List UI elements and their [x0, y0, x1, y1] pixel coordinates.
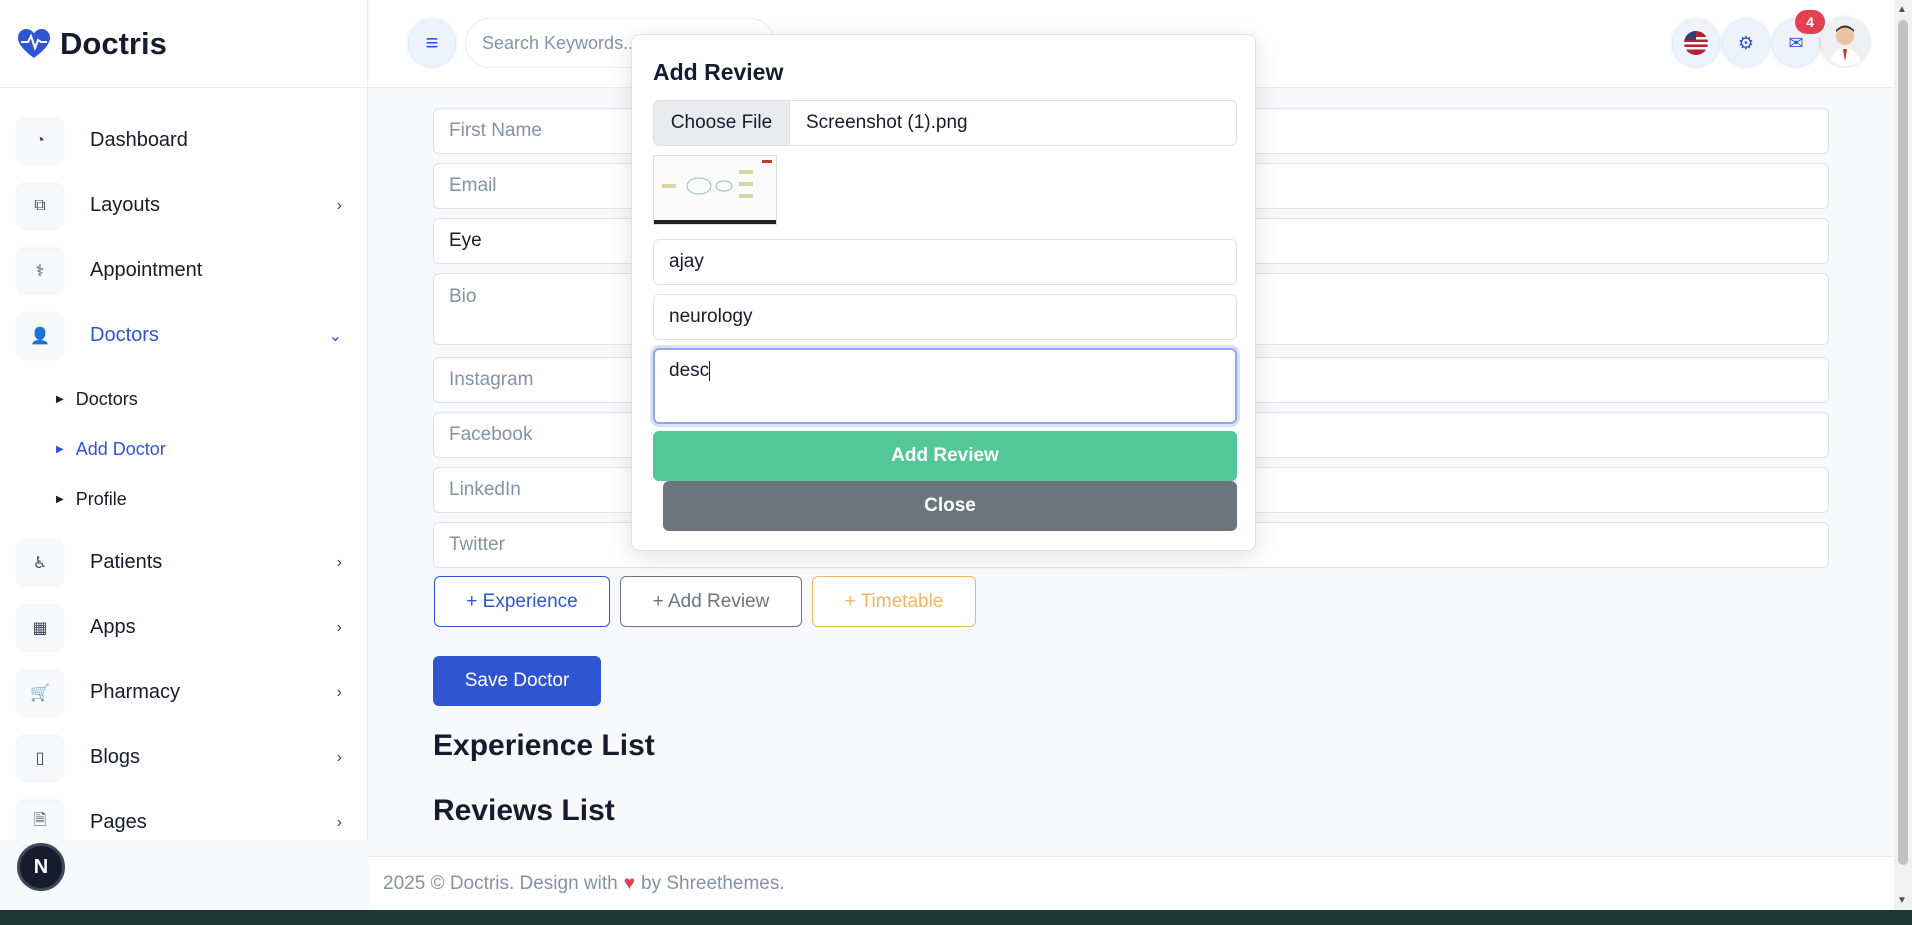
wheelchair-icon: ♿ — [18, 540, 62, 585]
submit-review-button[interactable]: Add Review — [653, 431, 1237, 481]
sidebar-item-label: Layouts — [90, 194, 161, 216]
sidebar-item-apps[interactable]: ▦ Apps › — [0, 595, 367, 660]
blog-icon: ▯ — [18, 735, 62, 780]
sidebar-item-pharmacy[interactable]: 🛒 Pharmacy › — [0, 660, 367, 725]
page-scrollbar[interactable]: ▲ ▼ — [1894, 0, 1912, 910]
description-value: desc — [669, 360, 710, 381]
image-preview — [653, 155, 777, 225]
footer-prefix: 2025 © Doctris. Design with — [383, 872, 618, 894]
add-review-button[interactable]: + Add Review — [620, 576, 802, 627]
chevron-right-icon: › — [336, 618, 342, 636]
page-icon: 🗎 — [18, 800, 62, 845]
sidebar-menu: ◔ Dashboard ⧉ Layouts › ⚕ Appointment 👤 … — [0, 88, 367, 855]
submenu-label: Doctors — [75, 388, 138, 409]
footer: 2025 © Doctris. Design with ♥ by Shreeth… — [369, 856, 1894, 910]
dashboard-icon: ◔ — [18, 118, 62, 163]
doctors-submenu: ▶ Doctors ▶ Add Doctor ▶ Profile — [0, 368, 367, 530]
brand[interactable]: Doctris — [0, 0, 367, 88]
reviewer-name-input[interactable]: ajay — [653, 239, 1237, 285]
chevron-right-icon: › — [336, 196, 342, 214]
menu-toggle-icon[interactable]: ≡ — [409, 20, 455, 66]
scroll-down-arrow-icon[interactable]: ▼ — [1897, 895, 1907, 906]
submenu-item-add-doctor[interactable]: ▶ Add Doctor — [56, 424, 367, 474]
heart-icon: ♥ — [623, 872, 635, 894]
us-flag-icon[interactable] — [1673, 20, 1719, 66]
sidebar-item-label: Patients — [90, 551, 163, 573]
sidebar-item-appointment[interactable]: ⚕ Appointment — [0, 238, 367, 303]
caret-right-icon: ▶ — [56, 393, 64, 405]
add-experience-button[interactable]: + Experience — [434, 576, 610, 627]
chevron-down-icon: ⌄ — [328, 327, 342, 345]
file-name: Screenshot (1).png — [806, 112, 968, 133]
layouts-icon: ⧉ — [18, 183, 62, 228]
sidebar: Doctris ◔ Dashboard ⧉ Layouts › ⚕ Appoin… — [0, 0, 368, 845]
sidebar-item-label: Doctors — [90, 324, 159, 346]
close-modal-button[interactable]: Close — [663, 481, 1237, 531]
specialty-input[interactable]: neurology — [653, 294, 1237, 340]
sidebar-item-layouts[interactable]: ⧉ Layouts › — [0, 173, 367, 238]
apps-icon: ▦ — [18, 605, 62, 650]
experience-list-title: Experience List — [433, 729, 655, 762]
stethoscope-icon: ⚕ — [18, 248, 62, 293]
choose-file-button[interactable]: Choose File — [654, 101, 790, 145]
caret-right-icon: ▶ — [56, 493, 64, 505]
text-cursor — [709, 360, 711, 381]
submenu-item-profile[interactable]: ▶ Profile — [56, 474, 367, 524]
user-icon: 👤 — [18, 313, 62, 358]
os-taskbar — [0, 910, 1912, 925]
cart-icon: 🛒 — [18, 670, 62, 715]
submenu-item-doctors[interactable]: ▶ Doctors — [56, 374, 367, 424]
sidebar-item-blogs[interactable]: ▯ Blogs › — [0, 725, 367, 790]
sidebar-item-pages[interactable]: 🗎 Pages › — [0, 790, 367, 855]
add-timetable-button[interactable]: + Timetable — [812, 576, 976, 627]
chevron-right-icon: › — [336, 748, 342, 766]
sidebar-item-label: Apps — [90, 616, 136, 638]
sidebar-item-label: Pages — [90, 811, 147, 833]
brand-name: Doctris — [60, 25, 167, 61]
submenu-label: Add Doctor — [75, 438, 166, 459]
notification-badge: 4 — [1795, 10, 1825, 34]
caret-right-icon: ▶ — [56, 443, 64, 455]
chevron-right-icon: › — [336, 553, 342, 571]
add-review-modal: Add Review Choose File Screenshot (1).pn… — [631, 34, 1256, 551]
heart-pulse-logo-icon — [18, 28, 50, 60]
sidebar-item-label: Dashboard — [90, 129, 188, 151]
submenu-label: Profile — [75, 488, 127, 509]
footer-suffix: by Shreethemes. — [641, 872, 785, 894]
chevron-right-icon: › — [336, 683, 342, 701]
sidebar-item-patients[interactable]: ♿ Patients › — [0, 530, 367, 595]
avatar[interactable] — [1821, 18, 1869, 66]
sidebar-item-dashboard[interactable]: ◔ Dashboard — [0, 108, 367, 173]
save-doctor-button[interactable]: Save Doctor — [433, 656, 601, 706]
scroll-up-arrow-icon[interactable]: ▲ — [1897, 4, 1907, 15]
description-textarea[interactable]: desc — [653, 348, 1237, 424]
scrollbar-thumb[interactable] — [1898, 20, 1908, 865]
sidebar-item-doctors[interactable]: 👤 Doctors ⌄ — [0, 303, 367, 368]
gear-icon[interactable]: ⚙ — [1723, 20, 1769, 66]
mail-icon[interactable]: ✉ 4 — [1773, 10, 1825, 66]
sidebar-item-label: Appointment — [90, 259, 203, 281]
n-badge[interactable]: N — [17, 843, 65, 891]
reviews-list-title: Reviews List — [433, 794, 615, 827]
chevron-right-icon: › — [336, 813, 342, 831]
file-input[interactable]: Choose File Screenshot (1).png — [653, 100, 1237, 146]
sidebar-item-label: Blogs — [90, 746, 141, 768]
modal-title: Add Review — [653, 59, 784, 85]
sidebar-item-label: Pharmacy — [90, 681, 181, 703]
